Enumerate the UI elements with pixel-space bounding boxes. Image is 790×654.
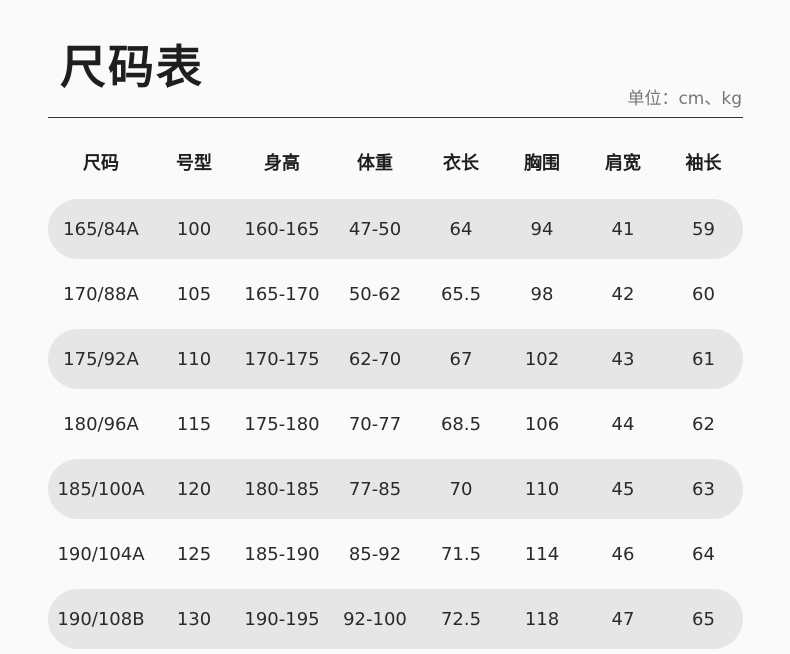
- table-cell: 77-85: [348, 478, 402, 500]
- table-cell: 185-190: [244, 543, 320, 565]
- header-cell-length: 衣长: [443, 153, 479, 174]
- table-row: 190/104A 125 185-190 85-92 71.5 114 46 6…: [48, 524, 743, 584]
- table-cell: 62: [692, 413, 715, 435]
- header-cell-size: 尺码: [83, 153, 119, 174]
- table-cell: 106: [524, 413, 560, 435]
- table-cell: 120: [176, 478, 212, 500]
- table-cell: 64: [692, 543, 715, 565]
- table-row: 185/100A 120 180-185 77-85 70 110 45 63: [48, 459, 743, 519]
- table-row: 175/92A 110 170-175 62-70 67 102 43 61: [48, 329, 743, 389]
- table-cell: 50-62: [348, 283, 402, 305]
- table-cell: 160-165: [244, 218, 320, 240]
- table-cell: 46: [611, 543, 635, 565]
- header-cell-height: 身高: [264, 153, 300, 174]
- title-divider: [48, 117, 743, 118]
- table-cell: 100: [176, 218, 212, 240]
- table-cell: 85-92: [348, 543, 402, 565]
- table-cell: 71.5: [440, 543, 482, 565]
- table-cell: 61: [692, 348, 715, 370]
- table-cell: 165/84A: [63, 218, 139, 240]
- table-cell: 42: [611, 283, 635, 305]
- table-cell: 125: [176, 543, 212, 565]
- table-cell: 170-175: [244, 348, 320, 370]
- table-row: 180/96A 115 175-180 70-77 68.5 106 44 62: [48, 394, 743, 454]
- table-cell: 94: [530, 218, 554, 240]
- table-cell: 114: [524, 543, 560, 565]
- header-cell-chest: 胸围: [524, 153, 560, 174]
- table-cell: 110: [176, 348, 212, 370]
- table-cell: 68.5: [440, 413, 482, 435]
- size-chart-page: 尺码表 单位：cm、kg 尺码 号型 身高 体重 衣长 胸围 肩宽 袖长 165…: [0, 0, 790, 649]
- page-title: 尺码表: [60, 40, 204, 94]
- table-cell: 60: [692, 283, 715, 305]
- table-cell: 44: [611, 413, 635, 435]
- table-cell: 180-185: [244, 478, 320, 500]
- table-cell: 110: [524, 478, 560, 500]
- table-row: 170/88A 105 165-170 50-62 65.5 98 42 60: [48, 264, 743, 324]
- table-cell: 130: [176, 608, 212, 630]
- table-row: 165/84A 100 160-165 47-50 64 94 41 59: [48, 199, 743, 259]
- table-cell: 105: [176, 283, 212, 305]
- table-cell: 175/92A: [63, 348, 139, 370]
- table-cell: 62-70: [348, 348, 402, 370]
- table-cell: 170/88A: [63, 283, 139, 305]
- table-cell: 70: [449, 478, 473, 500]
- table-cell: 70-77: [348, 413, 402, 435]
- table-cell: 41: [611, 218, 635, 240]
- unit-label: 单位：cm、kg: [627, 89, 742, 109]
- header-cell-sleeve: 袖长: [685, 153, 722, 174]
- table-cell: 45: [611, 478, 635, 500]
- table-cell: 115: [176, 413, 212, 435]
- header-cell-shoulder: 肩宽: [605, 153, 641, 174]
- table-cell: 175-180: [244, 413, 320, 435]
- table-row: 190/108B 130 190-195 92-100 72.5 118 47 …: [48, 589, 743, 649]
- table-cell: 190/104A: [57, 543, 145, 565]
- table-cell: 65: [692, 608, 715, 630]
- table-cell: 47-50: [348, 218, 402, 240]
- size-table: 尺码 号型 身高 体重 衣长 胸围 肩宽 袖长 165/84A 100 160-…: [48, 132, 743, 654]
- table-cell: 190/108B: [57, 608, 145, 630]
- table-cell: 102: [524, 348, 560, 370]
- table-cell: 72.5: [440, 608, 482, 630]
- header-cell-weight: 体重: [357, 153, 393, 174]
- table-cell: 118: [524, 608, 560, 630]
- table-cell: 180/96A: [63, 413, 139, 435]
- table-header-row: 尺码 号型 身高 体重 衣长 胸围 肩宽 袖长: [48, 132, 743, 192]
- table-cell: 190-195: [244, 608, 320, 630]
- table-cell: 47: [611, 608, 635, 630]
- table-cell: 65.5: [440, 283, 482, 305]
- table-cell: 185/100A: [57, 478, 145, 500]
- table-cell: 92-100: [343, 608, 407, 630]
- table-cell: 63: [692, 478, 715, 500]
- table-cell: 165-170: [244, 283, 320, 305]
- table-cell: 98: [530, 283, 554, 305]
- table-cell: 64: [449, 218, 473, 240]
- header-cell-model: 号型: [176, 153, 212, 174]
- table-cell: 59: [692, 218, 715, 240]
- table-cell: 43: [611, 348, 635, 370]
- table-cell: 67: [449, 348, 473, 370]
